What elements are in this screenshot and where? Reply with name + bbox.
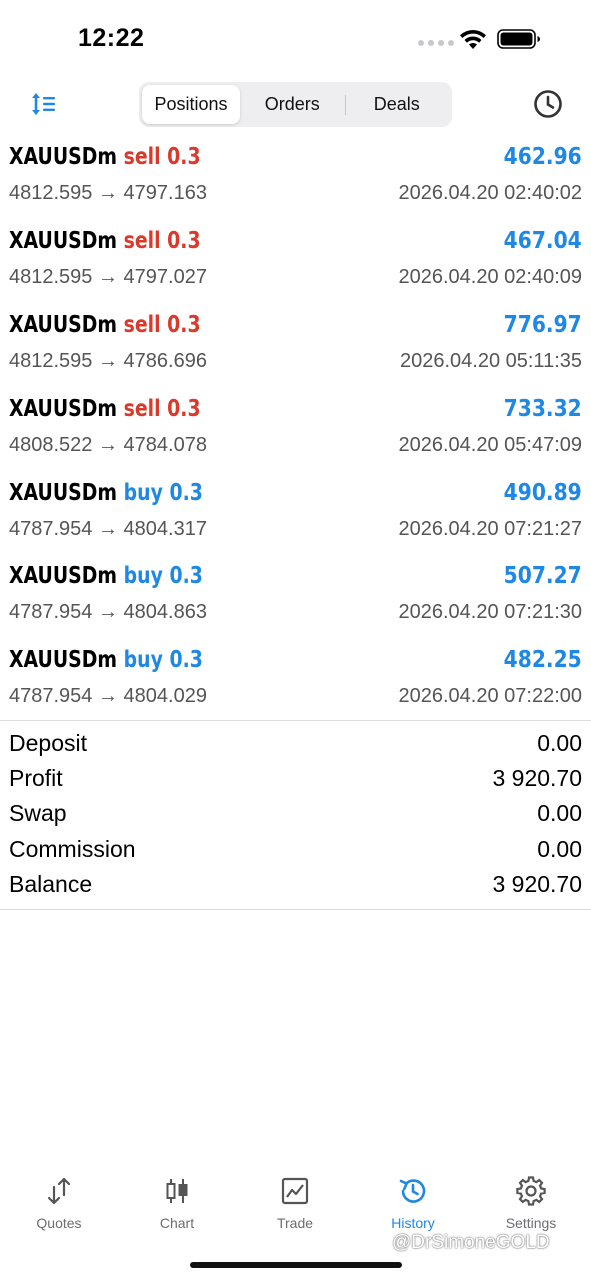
- tab-label: Trade: [276, 1215, 314, 1231]
- summary-value: 3 920.70: [492, 870, 582, 897]
- cellular-signal-icon: [418, 40, 454, 46]
- history-toolbar: Positions Orders Deals: [0, 80, 591, 130]
- summary-row-balance: Balance 3 920.70: [0, 868, 591, 903]
- summary-value: 0.00: [537, 800, 582, 827]
- tab-label: Quotes: [36, 1215, 82, 1231]
- deal-profit: 733.32: [503, 395, 582, 422]
- tab-positions[interactable]: Positions: [142, 85, 240, 124]
- deal-profit: 776.97: [503, 311, 582, 338]
- tab-chart[interactable]: Chart: [118, 1170, 236, 1240]
- history-segmented-control: Positions Orders Deals: [139, 82, 452, 127]
- deal-prices: 4812.595 → 4797.027: [9, 265, 207, 288]
- deal-prices: 4787.954 → 4804.317: [9, 517, 207, 540]
- summary-row-commission: Commission 0.00: [0, 833, 591, 868]
- deal-profit: 467.04: [503, 227, 582, 254]
- list-item[interactable]: XAUUSDm sell 0.3 462.96 4812.595 → 4797.…: [0, 138, 591, 222]
- deal-symbol: XAUUSDm buy 0.3: [9, 479, 203, 506]
- summary-section: Deposit 0.00 Profit 3 920.70 Swap 0.00 C…: [0, 727, 591, 903]
- deal-symbol: XAUUSDm buy 0.3: [9, 563, 203, 590]
- deal-time: 2026.04.20 05:47:09: [398, 433, 582, 456]
- deal-direction: sell 0.3: [123, 395, 201, 422]
- deal-prices: 4808.522 → 4784.078: [9, 433, 207, 456]
- chart-icon: [166, 1179, 188, 1203]
- list-item[interactable]: XAUUSDm sell 0.3 467.04 4812.595 → 4797.…: [0, 222, 591, 306]
- sort-icon[interactable]: [30, 90, 58, 118]
- deal-direction: sell 0.3: [123, 311, 201, 338]
- list-item[interactable]: XAUUSDm buy 0.3 490.89 4787.954 → 4804.3…: [0, 474, 591, 558]
- settings-icon: [516, 1176, 546, 1206]
- deal-time: 2026.04.20 07:22:00: [398, 685, 582, 708]
- list-item[interactable]: XAUUSDm buy 0.3 507.27 4787.954 → 4804.8…: [0, 557, 591, 641]
- tab-label: Chart: [159, 1215, 195, 1231]
- trade-icon: [281, 1177, 309, 1205]
- deal-time: 2026.04.20 05:11:35: [399, 349, 582, 372]
- summary-row-profit: Profit 3 920.70: [0, 762, 591, 797]
- summary-label: Balance: [9, 870, 93, 897]
- list-item[interactable]: XAUUSDm sell 0.3 776.97 4812.595 → 4786.…: [0, 306, 591, 390]
- tab-trade[interactable]: Trade: [236, 1170, 354, 1240]
- summary-value: 0.00: [537, 730, 582, 756]
- status-bar: 12:22: [0, 0, 591, 80]
- history-icon: [399, 1179, 426, 1203]
- deal-time: 2026.04.20 02:40:02: [398, 182, 582, 204]
- tab-orders[interactable]: Orders: [240, 85, 345, 124]
- deal-list: XAUUSDm sell 0.3 462.96 4812.595 → 4797.…: [0, 138, 591, 725]
- deal-prices: 4787.954 → 4804.863: [9, 601, 207, 624]
- clock-icon[interactable]: [533, 89, 563, 119]
- watermark: @DrSimoneGOLD: [392, 1232, 550, 1253]
- status-time: 12:22: [78, 24, 145, 52]
- summary-label: Profit: [9, 765, 63, 792]
- deal-profit: 490.89: [503, 479, 582, 506]
- deal-time: 2026.04.20 07:21:27: [398, 517, 582, 540]
- list-item[interactable]: XAUUSDm sell 0.3 733.32 4808.522 → 4784.…: [0, 390, 591, 474]
- deal-direction: buy 0.3: [123, 563, 203, 590]
- deal-prices: 4812.595 → 4797.163: [9, 182, 207, 204]
- deal-time: 2026.04.20 07:21:30: [398, 601, 582, 624]
- summary-label: Deposit: [9, 730, 87, 756]
- divider: [0, 909, 591, 910]
- bottom-tab-bar: Quotes Chart Trade History Settings: [0, 1170, 591, 1240]
- deal-symbol: XAUUSDm sell 0.3: [9, 395, 201, 422]
- deal-profit: 507.27: [503, 563, 582, 590]
- quotes-icon: [47, 1177, 71, 1205]
- summary-value: 3 920.70: [492, 765, 582, 792]
- deal-profit: 482.25: [503, 647, 582, 674]
- deal-symbol: XAUUSDm sell 0.3: [9, 144, 201, 170]
- tab-history[interactable]: History: [354, 1170, 472, 1240]
- tab-quotes[interactable]: Quotes: [0, 1170, 118, 1240]
- deal-time: 2026.04.20 02:40:09: [398, 265, 582, 288]
- summary-value: 0.00: [537, 835, 582, 862]
- tab-deals[interactable]: Deals: [344, 85, 450, 124]
- tab-label: Settings: [505, 1215, 557, 1231]
- deal-prices: 4812.595 → 4786.696: [9, 349, 207, 372]
- wifi-icon: [460, 29, 486, 49]
- deal-prices: 4787.954 → 4804.029: [9, 685, 207, 708]
- deal-profit: 462.96: [503, 144, 582, 170]
- divider: [0, 720, 591, 721]
- deal-direction: buy 0.3: [123, 479, 203, 506]
- battery-icon: [497, 29, 540, 49]
- summary-label: Swap: [9, 800, 67, 827]
- deal-direction: sell 0.3: [123, 144, 201, 170]
- summary-label: Commission: [9, 835, 136, 862]
- home-indicator: [190, 1262, 402, 1268]
- tab-settings[interactable]: Settings: [472, 1170, 590, 1240]
- list-item[interactable]: XAUUSDm buy 0.3 482.25 4787.954 → 4804.0…: [0, 641, 591, 725]
- summary-row-deposit: Deposit 0.00: [0, 727, 591, 762]
- summary-row-swap: Swap 0.00: [0, 797, 591, 832]
- deal-symbol: XAUUSDm buy 0.3: [9, 647, 203, 674]
- deal-symbol: XAUUSDm sell 0.3: [9, 227, 201, 254]
- tab-label: History: [391, 1215, 435, 1231]
- deal-direction: sell 0.3: [123, 227, 201, 254]
- deal-direction: buy 0.3: [123, 647, 203, 674]
- deal-symbol: XAUUSDm sell 0.3: [9, 311, 201, 338]
